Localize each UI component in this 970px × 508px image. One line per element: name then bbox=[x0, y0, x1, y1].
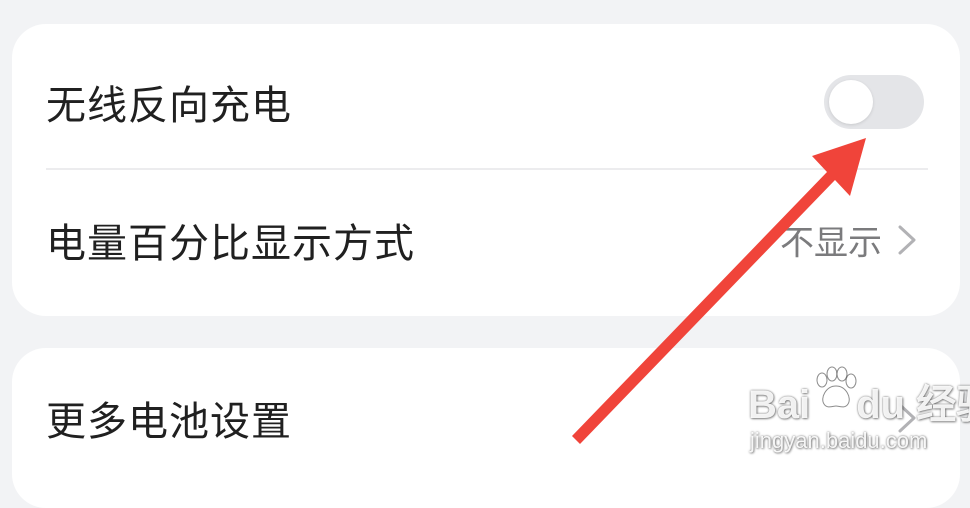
watermark-url: jingyan.baidu.com bbox=[750, 428, 928, 453]
watermark-brand-right: du bbox=[856, 383, 906, 427]
paw-icon bbox=[816, 366, 857, 408]
wireless-reverse-charging-toggle[interactable] bbox=[824, 75, 924, 129]
baidu-jingyan-watermark: Bai du 经验 jingyan.baidu.com bbox=[748, 366, 970, 462]
toggle-knob bbox=[829, 80, 873, 124]
wireless-reverse-charging-label: 无线反向充电 bbox=[46, 83, 292, 129]
battery-percentage-display-label: 电量百分比显示方式 bbox=[46, 221, 415, 267]
watermark-brand: Bai du 经验 bbox=[748, 372, 970, 430]
watermark-product: 经验 bbox=[916, 383, 970, 427]
wireless-reverse-charging-row[interactable]: 无线反向充电 bbox=[12, 32, 960, 172]
chevron-right-icon bbox=[898, 225, 916, 255]
battery-percentage-display-value: 不显示 bbox=[780, 223, 882, 264]
settings-card-primary: 无线反向充电 电量百分比显示方式 不显示 bbox=[12, 24, 960, 316]
watermark-brand-left: Bai bbox=[748, 383, 811, 427]
more-battery-settings-label: 更多电池设置 bbox=[46, 399, 292, 445]
battery-percentage-display-row[interactable]: 电量百分比显示方式 不显示 bbox=[12, 170, 960, 310]
